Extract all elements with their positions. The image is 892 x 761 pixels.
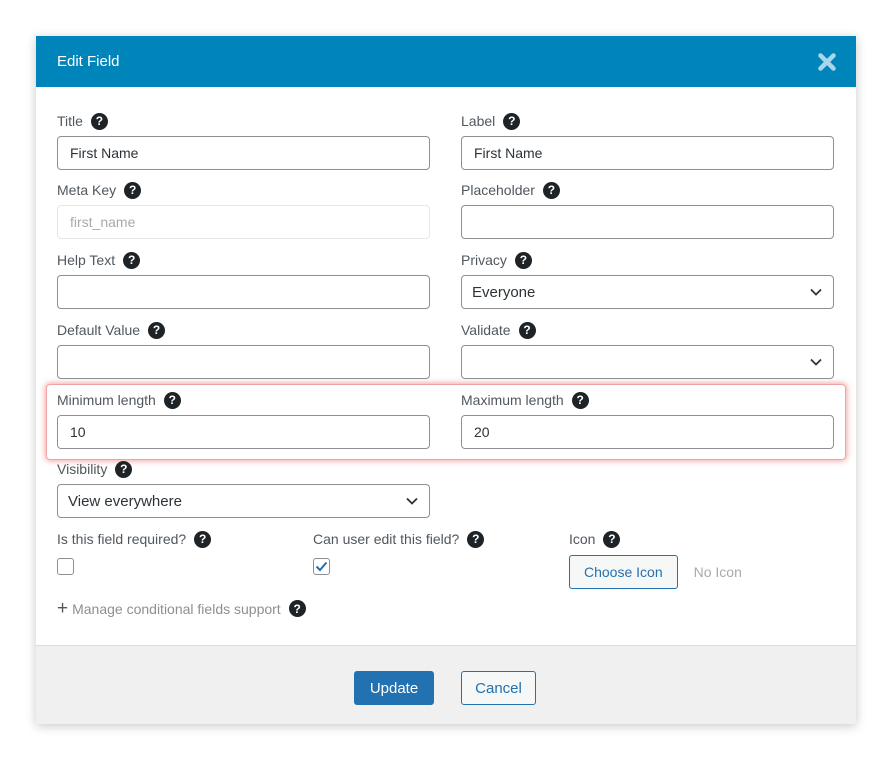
min-length-field-group: Minimum length ? [57, 390, 430, 449]
max-length-field-group: Maximum length ? [461, 390, 834, 449]
label-label: Label ? [461, 111, 834, 131]
conditional-fields-toggle[interactable]: + Manage conditional fields support ? [57, 599, 306, 618]
icon-status: No Icon [693, 564, 742, 580]
placeholder-label: Placeholder ? [461, 180, 834, 200]
plus-icon: + [57, 598, 69, 619]
editable-label: Can user edit this field? ? [313, 529, 485, 549]
chevron-down-icon [406, 497, 418, 505]
placeholder-input[interactable] [461, 205, 834, 239]
editable-field-group: Can user edit this field? ? [313, 529, 485, 575]
title-field-group: Title ? [57, 111, 430, 170]
meta-key-input [57, 205, 430, 239]
required-field-group: Is this field required? ? [57, 529, 212, 575]
choose-icon-button[interactable]: Choose Icon [569, 555, 678, 589]
required-checkbox[interactable] [57, 558, 74, 575]
privacy-select[interactable]: Everyone [461, 275, 834, 309]
modal-body: Title ? Label ? Meta Key ? Placeholder ? [36, 87, 856, 645]
edit-field-modal: Edit Field Title ? Label ? M [36, 36, 856, 724]
validate-select[interactable] [461, 345, 834, 379]
default-value-label: Default Value ? [57, 320, 430, 340]
validate-field-group: Validate ? [461, 320, 834, 379]
help-text-input[interactable] [57, 275, 430, 309]
placeholder-field-group: Placeholder ? [461, 180, 834, 239]
help-icon[interactable]: ? [163, 391, 181, 409]
title-label: Title ? [57, 111, 430, 131]
icon-label: Icon ? [569, 529, 742, 549]
help-icon[interactable]: ? [288, 600, 306, 617]
title-input[interactable] [57, 136, 430, 170]
min-length-input[interactable] [57, 415, 430, 449]
help-icon[interactable]: ? [123, 251, 141, 269]
max-length-label: Maximum length ? [461, 390, 834, 410]
modal-title: Edit Field [57, 53, 120, 70]
visibility-field-group: Visibility ? View everywhere [57, 459, 430, 518]
editable-checkbox[interactable] [313, 558, 330, 575]
help-icon[interactable]: ? [148, 321, 166, 339]
help-icon[interactable]: ? [571, 391, 589, 409]
max-length-input[interactable] [461, 415, 834, 449]
help-icon[interactable]: ? [542, 181, 560, 199]
cancel-button[interactable]: Cancel [461, 671, 536, 705]
default-value-field-group: Default Value ? [57, 320, 430, 379]
close-button[interactable] [816, 51, 838, 73]
checkmark-icon [315, 561, 328, 572]
icon-field-group: Icon ? Choose Icon No Icon [569, 529, 742, 589]
required-label: Is this field required? ? [57, 529, 212, 549]
help-icon[interactable]: ? [518, 321, 536, 339]
label-input[interactable] [461, 136, 834, 170]
update-button[interactable]: Update [354, 671, 434, 705]
label-field-group: Label ? [461, 111, 834, 170]
chevron-down-icon [810, 358, 822, 366]
help-text-label: Help Text ? [57, 250, 430, 270]
help-icon[interactable]: ? [115, 460, 133, 478]
help-icon[interactable]: ? [194, 530, 212, 548]
help-icon[interactable]: ? [503, 112, 521, 130]
help-icon[interactable]: ? [467, 530, 485, 548]
help-icon[interactable]: ? [514, 251, 532, 269]
conditional-fields-label: Manage conditional fields support [72, 600, 281, 617]
visibility-label: Visibility ? [57, 459, 430, 479]
visibility-selected-value: View everywhere [68, 492, 182, 510]
default-value-input[interactable] [57, 345, 430, 379]
help-icon[interactable]: ? [90, 112, 108, 130]
min-length-label: Minimum length ? [57, 390, 430, 410]
chevron-down-icon [810, 288, 822, 296]
privacy-field-group: Privacy ? Everyone [461, 250, 834, 309]
icon-controls: Choose Icon No Icon [569, 555, 742, 589]
help-icon[interactable]: ? [603, 530, 621, 548]
privacy-selected-value: Everyone [472, 283, 536, 301]
meta-key-field-group: Meta Key ? [57, 180, 430, 239]
close-x-icon [818, 52, 836, 71]
modal-header: Edit Field [36, 36, 856, 87]
visibility-select[interactable]: View everywhere [57, 484, 430, 518]
privacy-label: Privacy ? [461, 250, 834, 270]
validate-label: Validate ? [461, 320, 834, 340]
meta-key-label: Meta Key ? [57, 180, 430, 200]
help-icon[interactable]: ? [124, 181, 142, 199]
help-text-field-group: Help Text ? [57, 250, 430, 309]
modal-footer: Update Cancel [36, 645, 856, 724]
